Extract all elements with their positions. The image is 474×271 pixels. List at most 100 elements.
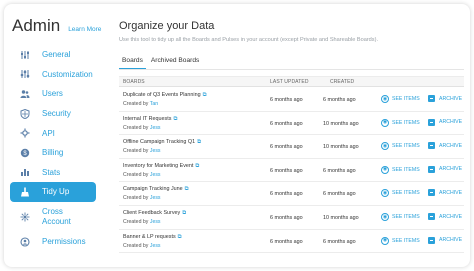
sidebar-item-label: Cross Account xyxy=(42,206,71,226)
api-icon xyxy=(19,128,30,139)
settings-icon xyxy=(19,69,30,80)
external-link-icon: ⧉ xyxy=(184,186,189,193)
tab-boards[interactable]: Boards xyxy=(119,56,146,69)
sidebar-item-general[interactable]: General xyxy=(10,45,96,65)
sidebar-header: Admin Learn More xyxy=(12,16,101,36)
eye-icon: ◉ xyxy=(381,95,389,103)
creator-link[interactable]: Jess xyxy=(150,172,161,178)
creator-link[interactable]: Tan xyxy=(150,101,158,107)
created-by: Created by Tan xyxy=(123,101,159,107)
table-row: Duplicate of Q3 Events Planning ⧉ Created… xyxy=(119,88,464,112)
page-description: Use this tool to tidy up all the Boards … xyxy=(119,37,379,43)
tab-archived-boards[interactable]: Archived Boards xyxy=(148,56,202,69)
last-updated-value: 6 months ago xyxy=(270,215,303,221)
main-content: Organize your Data Use this tool to tidy… xyxy=(112,4,468,267)
created-by: Created by Jess xyxy=(123,148,161,155)
sidebar-item-cross-account[interactable]: Cross Account xyxy=(10,202,96,232)
archive-button[interactable]: ARCHIVE xyxy=(428,142,462,150)
sidebar-item-label: Customization xyxy=(42,69,93,79)
last-updated-value: 6 months ago xyxy=(270,167,303,174)
sidebar-item-security[interactable]: Security xyxy=(10,104,96,124)
external-link-icon: ⧉ xyxy=(182,210,187,216)
table-row: Client Feedback Survey ⧉ Created by Jess … xyxy=(119,206,464,230)
board-name-link[interactable]: Banner & LP requests ⧉ xyxy=(123,234,182,241)
sidebar-item-customization[interactable]: Customization xyxy=(10,65,96,85)
sidebar-item-users[interactable]: Users xyxy=(10,84,96,104)
creator-link[interactable]: Jess xyxy=(150,195,161,201)
created-value: 6 months ago xyxy=(323,238,356,245)
archive-icon xyxy=(428,189,435,197)
broom-icon xyxy=(19,186,30,197)
sidebar-item-label: Billing xyxy=(42,148,64,158)
learn-more-link[interactable]: Learn More xyxy=(68,26,101,33)
sidebar-item-permissions[interactable]: Permissions xyxy=(10,232,96,252)
external-link-icon: ⧉ xyxy=(195,162,200,169)
external-link-icon: ⧉ xyxy=(177,233,182,240)
board-name-link[interactable]: Internal IT Requests ⧉ xyxy=(123,116,177,123)
see-items-button[interactable]: ◉ SEE ITEMS xyxy=(381,118,420,127)
permissions-icon xyxy=(19,236,30,247)
sliders-icon xyxy=(19,49,30,60)
external-link-icon: ⧉ xyxy=(197,139,202,146)
eye-icon: ◉ xyxy=(381,236,389,245)
created-value: 10 months ago xyxy=(323,120,359,127)
stats-icon xyxy=(19,167,30,178)
created-value: 10 months ago xyxy=(323,144,359,151)
external-link-icon: ⧉ xyxy=(202,92,207,98)
archive-icon xyxy=(428,142,435,150)
creator-link[interactable]: Jess xyxy=(150,125,161,131)
last-updated-value: 6 months ago xyxy=(270,191,303,198)
archive-button[interactable]: ARCHIVE xyxy=(428,213,462,220)
see-items-button[interactable]: ◉ SEE ITEMS xyxy=(381,213,420,221)
admin-panel: Admin Learn More General Customization U… xyxy=(4,4,470,267)
table-row: Banner & LP requests ⧉ Created by Jess 6 … xyxy=(119,230,464,254)
sidebar-item-tidy-up[interactable]: Tidy Up xyxy=(10,182,96,202)
sidebar-item-label: API xyxy=(42,128,55,138)
creator-link[interactable]: Jess xyxy=(150,148,161,154)
last-updated-value: 6 months ago xyxy=(270,120,303,127)
created-value: 6 months ago xyxy=(323,97,356,103)
see-items-button[interactable]: ◉ SEE ITEMS xyxy=(381,142,420,151)
creator-link[interactable]: Jess xyxy=(150,243,161,249)
creator-link[interactable]: Jess xyxy=(150,219,161,225)
sidebar-item-label: General xyxy=(42,50,71,60)
tab-bar: Boards Archived Boards xyxy=(119,56,204,69)
page-title: Organize your Data xyxy=(119,20,215,32)
archive-button[interactable]: ARCHIVE xyxy=(428,189,462,197)
column-header-last-updated: LAST UPDATED xyxy=(270,79,309,85)
cross-account-icon xyxy=(19,211,30,222)
sidebar-item-label: Tidy Up xyxy=(42,187,70,197)
created-by: Created by Jess xyxy=(123,242,161,249)
board-name-link[interactable]: Client Feedback Survey ⧉ xyxy=(123,210,186,217)
archive-icon xyxy=(428,118,435,126)
board-name-link[interactable]: Duplicate of Q3 Events Planning ⧉ xyxy=(123,92,207,99)
sidebar-item-label: Stats xyxy=(42,167,61,177)
archive-button[interactable]: ARCHIVE xyxy=(428,95,462,102)
column-header-boards: BOARDS xyxy=(123,79,145,85)
created-by: Created by Jess xyxy=(123,124,161,131)
last-updated-value: 6 months ago xyxy=(270,97,303,103)
see-items-button[interactable]: ◉ SEE ITEMS xyxy=(381,165,420,174)
see-items-button[interactable]: ◉ SEE ITEMS xyxy=(381,236,420,245)
archive-icon xyxy=(428,165,435,173)
sidebar-item-stats[interactable]: Stats xyxy=(10,163,96,183)
archive-button[interactable]: ARCHIVE xyxy=(428,236,462,244)
board-name-link[interactable]: Campaign Tracking June ⧉ xyxy=(123,186,189,193)
board-name-link[interactable]: Inventory for Marketing Event ⧉ xyxy=(123,163,199,170)
created-value: 6 months ago xyxy=(323,167,356,174)
table-header: BOARDS LAST UPDATED CREATED xyxy=(119,76,464,87)
sidebar-item-api[interactable]: API xyxy=(10,123,96,143)
users-icon xyxy=(19,88,30,99)
archive-button[interactable]: ARCHIVE xyxy=(428,118,462,126)
table-row: Inventory for Marketing Event ⧉ Created b… xyxy=(119,159,464,183)
eye-icon: ◉ xyxy=(381,189,389,198)
see-items-button[interactable]: ◉ SEE ITEMS xyxy=(381,189,420,198)
column-header-created: CREATED xyxy=(330,79,355,85)
archive-button[interactable]: ARCHIVE xyxy=(428,165,462,173)
board-name-link[interactable]: Offline Campaign Tracking Q1 ⧉ xyxy=(123,139,201,146)
see-items-button[interactable]: ◉ SEE ITEMS xyxy=(381,95,420,103)
sidebar-nav: General Customization Users Security API… xyxy=(10,45,96,251)
billing-icon: $ xyxy=(19,147,30,158)
shield-icon xyxy=(19,108,30,119)
sidebar-item-billing[interactable]: $ Billing xyxy=(10,143,96,163)
